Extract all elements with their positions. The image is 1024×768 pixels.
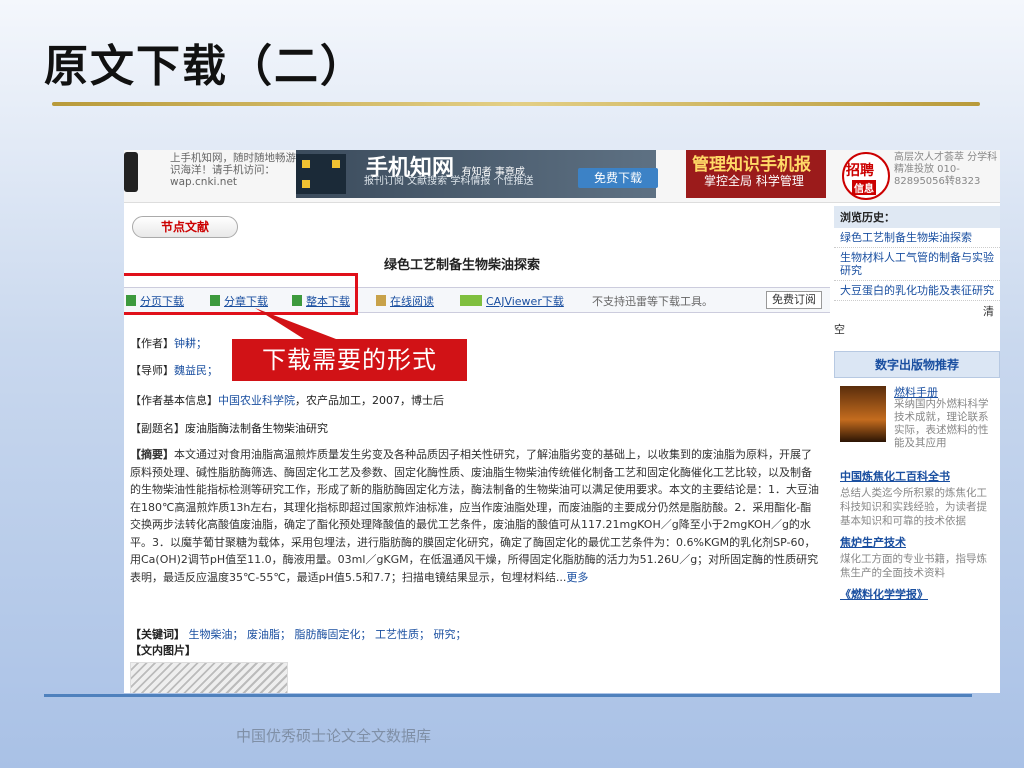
advisor-link[interactable]: 魏益民；: [174, 364, 218, 377]
book-desc: 采纳国内外燃料科学技术成就，理论联系实际，表述燃料的性能及其应用: [894, 398, 989, 449]
slide-title: 原文下载（二）: [44, 41, 366, 92]
callout-label: 下载需要的形式: [232, 339, 467, 381]
keyword-link[interactable]: 研究；: [434, 628, 467, 641]
hiring-badge[interactable]: 招聘 信息: [842, 152, 890, 200]
advisor-row: 【导师】魏益民；: [130, 364, 218, 377]
institution-link[interactable]: 中国农业科学院: [218, 394, 295, 407]
keyword-link[interactable]: 生物柴油；: [189, 628, 244, 641]
rec-title[interactable]: 中国炼焦化工百科全书: [834, 466, 1000, 484]
recommend-title: 数字出版物推荐: [834, 351, 1000, 378]
download-note: 不支持迅雷等下载工具。: [592, 295, 713, 308]
phone-icon: [124, 152, 138, 192]
paper-detail: 节点文献 绿色工艺制备生物柴油探索 分页下载 分章下载 整本下载 在线阅读 CA…: [124, 206, 830, 693]
footer-rule: [44, 694, 972, 697]
rec-desc: 总结人类迄今所积累的炼焦化工科技知识和实践经验，为读者提基本知识和可靠的技术依据: [840, 487, 987, 527]
clear-history-link-2[interactable]: 空: [834, 321, 1000, 343]
title-underline: [52, 102, 980, 106]
qr-icon: [296, 154, 346, 194]
free-download-button[interactable]: 免费下载: [578, 168, 658, 188]
phone-promo-text: 上手机知网，随时随地畅游知识海洋！请手机访问：wap.cnki.net: [170, 152, 307, 188]
hiring-text: 高层次人才荟萃 分学科精准投放 010-82895056转8323: [894, 152, 998, 187]
ad-subtext: 报刊订阅 文献搜索 学科情报 个性推送: [364, 176, 534, 187]
right-sidebar: 浏览历史： 绿色工艺制备生物柴油探索 生物材料人工气管的制备与实验研究 大豆蛋白…: [834, 206, 1000, 693]
mobile-cnki-ad[interactable]: 手机知网 有知者 事竟成 报刊订阅 文献搜索 学科情报 个性推送 免费下载: [296, 150, 658, 198]
highlight-box: [124, 273, 358, 315]
history-item[interactable]: 大豆蛋白的乳化功能及表征研究: [834, 281, 1000, 301]
history-item[interactable]: 绿色工艺制备生物柴油探索: [834, 228, 1000, 248]
book-cover: [840, 386, 886, 442]
footer-text: 中国优秀硕士论文全文数据库: [236, 727, 432, 745]
keywords-row: 【关键词】 生物柴油； 废油脂； 脂肪酶固定化； 工艺性质； 研究；: [130, 628, 467, 641]
author-row: 【作者】钟耕；: [130, 337, 207, 350]
cnki-screenshot: 上手机知网，随时随地畅游知识海洋！请手机访问：wap.cnki.net 手机知网…: [124, 150, 1000, 693]
keyword-link[interactable]: 废油脂；: [247, 628, 291, 641]
clear-history-link[interactable]: 清: [834, 301, 1000, 321]
ad-banner: 上手机知网，随时随地畅游知识海洋！请手机访问：wap.cnki.net 手机知网…: [124, 150, 1000, 203]
abstract-text: 本文通过对食用油脂高温煎炸质量发生劣变及各种品质因子相关性研究，了解油脂劣变的基…: [130, 448, 819, 584]
history-item[interactable]: 生物材料人工气管的制备与实验研究: [834, 248, 1000, 281]
figure-thumbnail[interactable]: [130, 662, 288, 693]
hiring-label: 招聘: [846, 163, 874, 179]
book-item[interactable]: 燃料手册 采纳国内外燃料科学技术成就，理论联系实际，表述燃料的性能及其应用: [834, 378, 1000, 466]
abstract: 【摘要】本文通过对食用油脂高温煎炸质量发生劣变及各种品质因子相关性研究，了解油脂…: [130, 448, 819, 584]
paper-title: 绿色工艺制备生物柴油探索: [384, 258, 541, 273]
android-apple-icon: [460, 295, 482, 306]
subtitle-row: 【副题名】废油脂酶法制备生物柴油研究: [130, 422, 328, 435]
cajviewer-download-link[interactable]: CAJViewer下载: [460, 293, 564, 309]
keyword-link[interactable]: 脂肪酶固定化；: [295, 628, 372, 641]
rec-desc: 煤化工方面的专业书籍，指导炼焦生产的全面技术资料: [840, 553, 987, 579]
free-subscribe-button[interactable]: 免费订阅: [766, 291, 822, 309]
figures-label: 【文内图片】: [130, 644, 196, 657]
management-newspaper-ad[interactable]: 管理知识手机报 掌控全局 科学管理: [686, 150, 826, 198]
history-title: 浏览历史：: [834, 206, 1000, 228]
author-info-row: 【作者基本信息】中国农业科学院，农产品加工，2007，博士后: [130, 394, 444, 407]
more-link[interactable]: 更多: [566, 571, 588, 584]
info-label: 信息: [852, 180, 876, 195]
rec-title[interactable]: 《燃料化学学报》: [834, 584, 1000, 602]
keyword-link[interactable]: 工艺性质；: [375, 628, 430, 641]
online-read-link[interactable]: 在线阅读: [376, 293, 434, 309]
author-link[interactable]: 钟耕；: [174, 337, 207, 350]
rec-title[interactable]: 焦炉生产技术: [834, 532, 1000, 550]
ad2-subtext: 掌控全局 科学管理: [704, 174, 804, 188]
node-literature-tab[interactable]: 节点文献: [132, 216, 238, 238]
read-icon: [376, 295, 386, 306]
